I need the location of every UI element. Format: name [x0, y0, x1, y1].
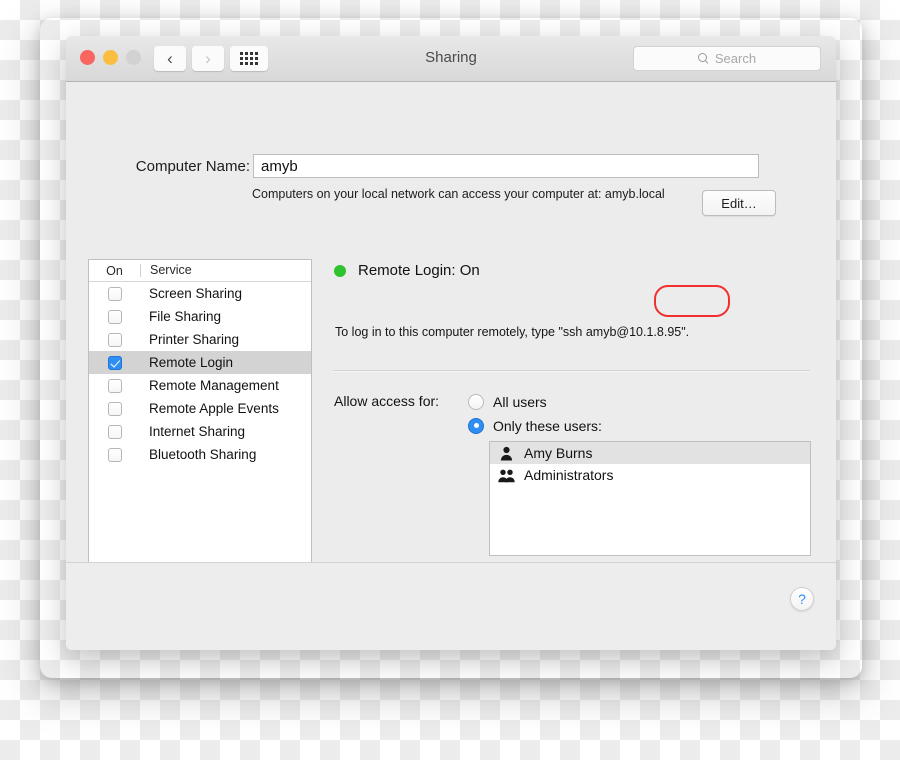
computer-name-description: Computers on your local network can acce…	[252, 187, 665, 201]
service-row-remote-management[interactable]: Remote Management	[89, 374, 311, 397]
user-name: Amy Burns	[524, 445, 593, 461]
service-row-screen-sharing[interactable]: Screen Sharing	[89, 282, 311, 305]
checkbox-remote-login[interactable]	[107, 355, 122, 370]
annotation-ellipse	[654, 285, 730, 317]
service-row-printer-sharing[interactable]: Printer Sharing	[89, 328, 311, 351]
computer-name-label: Computer Name:	[135, 158, 250, 175]
service-row-internet-sharing[interactable]: Internet Sharing	[89, 420, 311, 443]
computer-name-field[interactable]: amyb	[253, 154, 759, 178]
checkbox-screen-sharing[interactable]	[107, 286, 122, 301]
window-content: Computer Name: amyb Computers on your lo…	[66, 82, 836, 650]
search-placeholder: Search	[714, 51, 757, 66]
edit-button[interactable]: Edit…	[702, 190, 776, 216]
service-row-remote-login[interactable]: Remote Login	[89, 351, 311, 374]
user-name: Administrators	[524, 467, 614, 483]
user-row-administrators[interactable]: Administrators	[490, 464, 810, 486]
service-row-file-sharing[interactable]: File Sharing	[89, 305, 311, 328]
section-divider	[333, 370, 810, 371]
question-mark-icon: ?	[798, 591, 806, 607]
service-status: Remote Login: On	[334, 262, 480, 279]
access-radio-group: All users Only these users:	[468, 390, 602, 438]
services-header: On Service	[89, 260, 311, 282]
checkbox-bluetooth-sharing[interactable]	[107, 447, 122, 462]
service-label: Remote Management	[149, 378, 279, 393]
service-checkbox-cell[interactable]	[89, 309, 140, 324]
service-label: Printer Sharing	[149, 332, 240, 347]
window-titlebar: ‹ › Sharing Search	[66, 36, 836, 82]
checkbox-file-sharing[interactable]	[107, 309, 122, 324]
service-checkbox-cell[interactable]	[89, 332, 140, 347]
service-checkbox-cell[interactable]	[89, 401, 140, 416]
service-label: Remote Apple Events	[149, 401, 279, 416]
service-checkbox-cell[interactable]	[89, 286, 140, 301]
allowed-users-list[interactable]: Amy Burns Administrators	[489, 441, 811, 556]
service-checkbox-cell[interactable]	[89, 378, 140, 393]
user-icon	[500, 446, 513, 460]
service-label: Screen Sharing	[149, 286, 243, 301]
allow-access-label: Allow access for:	[334, 393, 440, 409]
service-label: Internet Sharing	[149, 424, 246, 439]
radio-label: Only these users:	[493, 417, 602, 434]
status-indicator-icon	[334, 264, 346, 277]
service-row-bluetooth-sharing[interactable]: Bluetooth Sharing	[89, 443, 311, 466]
service-checkbox-cell[interactable]	[89, 424, 140, 439]
checkbox-internet-sharing[interactable]	[107, 424, 122, 439]
service-label: Bluetooth Sharing	[149, 447, 257, 462]
checkbox-printer-sharing[interactable]	[107, 332, 122, 347]
radio-label: All users	[493, 393, 547, 410]
service-checkbox-cell[interactable]	[89, 447, 140, 462]
search-icon	[697, 53, 709, 64]
ssh-instruction: To log in to this computer remotely, typ…	[335, 325, 690, 339]
checkbox-remote-management[interactable]	[107, 378, 122, 393]
user-row-amy-burns[interactable]: Amy Burns	[490, 442, 810, 464]
window-footer: ?	[66, 562, 836, 650]
services-list[interactable]: On Service Screen Sharing File Sharing P…	[88, 259, 312, 590]
service-label: File Sharing	[149, 309, 222, 324]
radio-option-all-users[interactable]: All users	[468, 390, 602, 413]
edit-button-label: Edit…	[721, 195, 757, 211]
column-header-on: On	[106, 263, 123, 278]
column-header-service: Service	[140, 264, 192, 277]
computer-name-value: amyb	[261, 157, 298, 175]
help-button[interactable]: ?	[790, 587, 814, 611]
service-checkbox-cell[interactable]	[89, 355, 140, 370]
service-label: Remote Login	[149, 355, 234, 370]
sharing-preferences-window: ‹ › Sharing Search Computer Name: amyb C…	[66, 36, 836, 650]
radio-icon-all-users[interactable]	[468, 393, 484, 410]
status-title: Remote Login: On	[358, 262, 480, 279]
service-row-remote-apple-events[interactable]: Remote Apple Events	[89, 397, 311, 420]
radio-icon-only-these-users[interactable]	[468, 417, 484, 434]
radio-option-only-these-users[interactable]: Only these users:	[468, 414, 602, 437]
group-icon	[498, 469, 515, 482]
checkbox-remote-apple-events[interactable]	[107, 401, 122, 416]
search-input[interactable]: Search	[633, 46, 821, 71]
